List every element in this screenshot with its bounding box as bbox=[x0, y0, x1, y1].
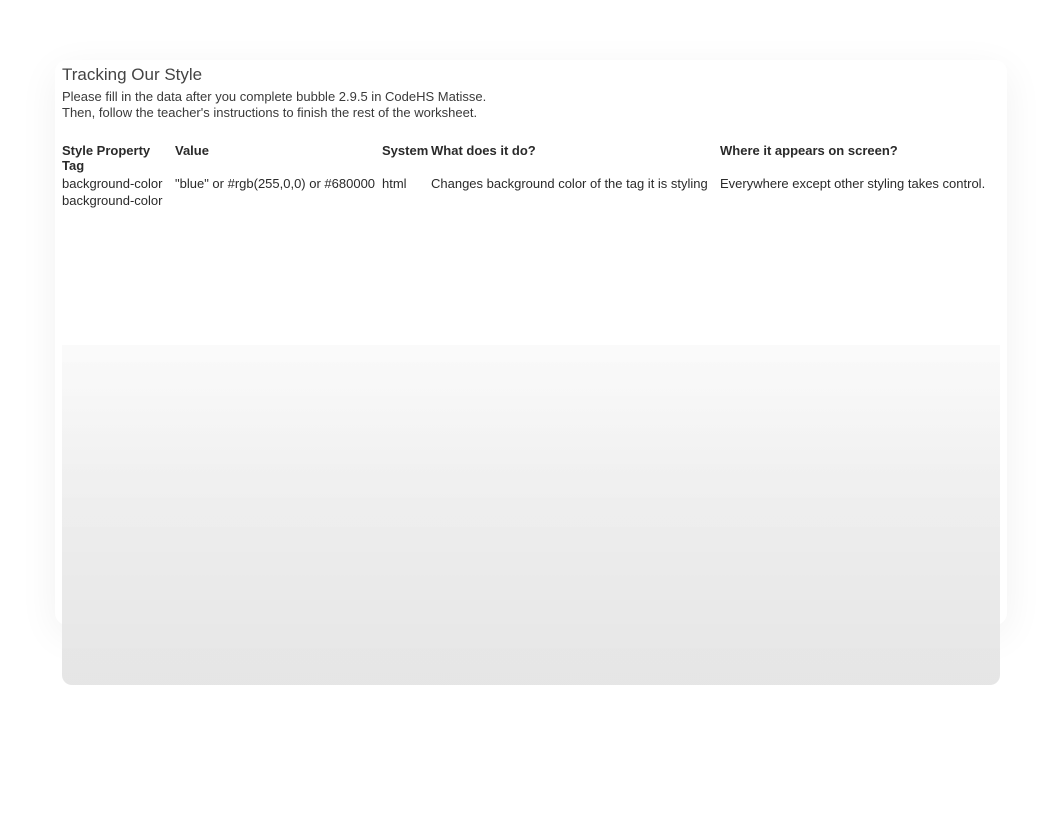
cell-style-property-tag[interactable]: background-color bbox=[62, 175, 175, 192]
instructions-line-1: Please fill in the data after you comple… bbox=[62, 89, 1000, 105]
table-row: background-color bbox=[62, 192, 1000, 209]
locked-content-blur-lower bbox=[62, 345, 1000, 685]
table-row: background-color "blue" or #rgb(255,0,0)… bbox=[62, 175, 1000, 192]
cell-what-does-it-do[interactable]: Changes background color of the tag it i… bbox=[431, 175, 720, 192]
cell-where-appears[interactable] bbox=[720, 192, 1000, 209]
table-header-row: Style Property Tag Value System What doe… bbox=[62, 142, 1000, 175]
col-style-property-tag: Style Property Tag bbox=[62, 142, 175, 175]
cell-what-does-it-do[interactable] bbox=[431, 192, 720, 209]
cell-system[interactable] bbox=[382, 192, 431, 209]
locked-content-blur-upper bbox=[62, 235, 1000, 345]
worksheet-container: Tracking Our Style Please fill in the da… bbox=[62, 65, 1000, 209]
col-system: System bbox=[382, 142, 431, 175]
cell-style-property-tag[interactable]: background-color bbox=[62, 192, 175, 209]
col-value: Value bbox=[175, 142, 382, 175]
cell-where-appears[interactable]: Everywhere except other styling takes co… bbox=[720, 175, 1000, 192]
instructions-line-2: Then, follow the teacher's instructions … bbox=[62, 105, 1000, 121]
style-tracking-table: Style Property Tag Value System What doe… bbox=[62, 142, 1000, 209]
cell-system[interactable]: html bbox=[382, 175, 431, 192]
page-title: Tracking Our Style bbox=[62, 65, 1000, 85]
col-where-appears: Where it appears on screen? bbox=[720, 142, 1000, 175]
cell-value[interactable] bbox=[175, 192, 382, 209]
col-what-does-it-do: What does it do? bbox=[431, 142, 720, 175]
cell-value[interactable]: "blue" or #rgb(255,0,0) or #680000 bbox=[175, 175, 382, 192]
